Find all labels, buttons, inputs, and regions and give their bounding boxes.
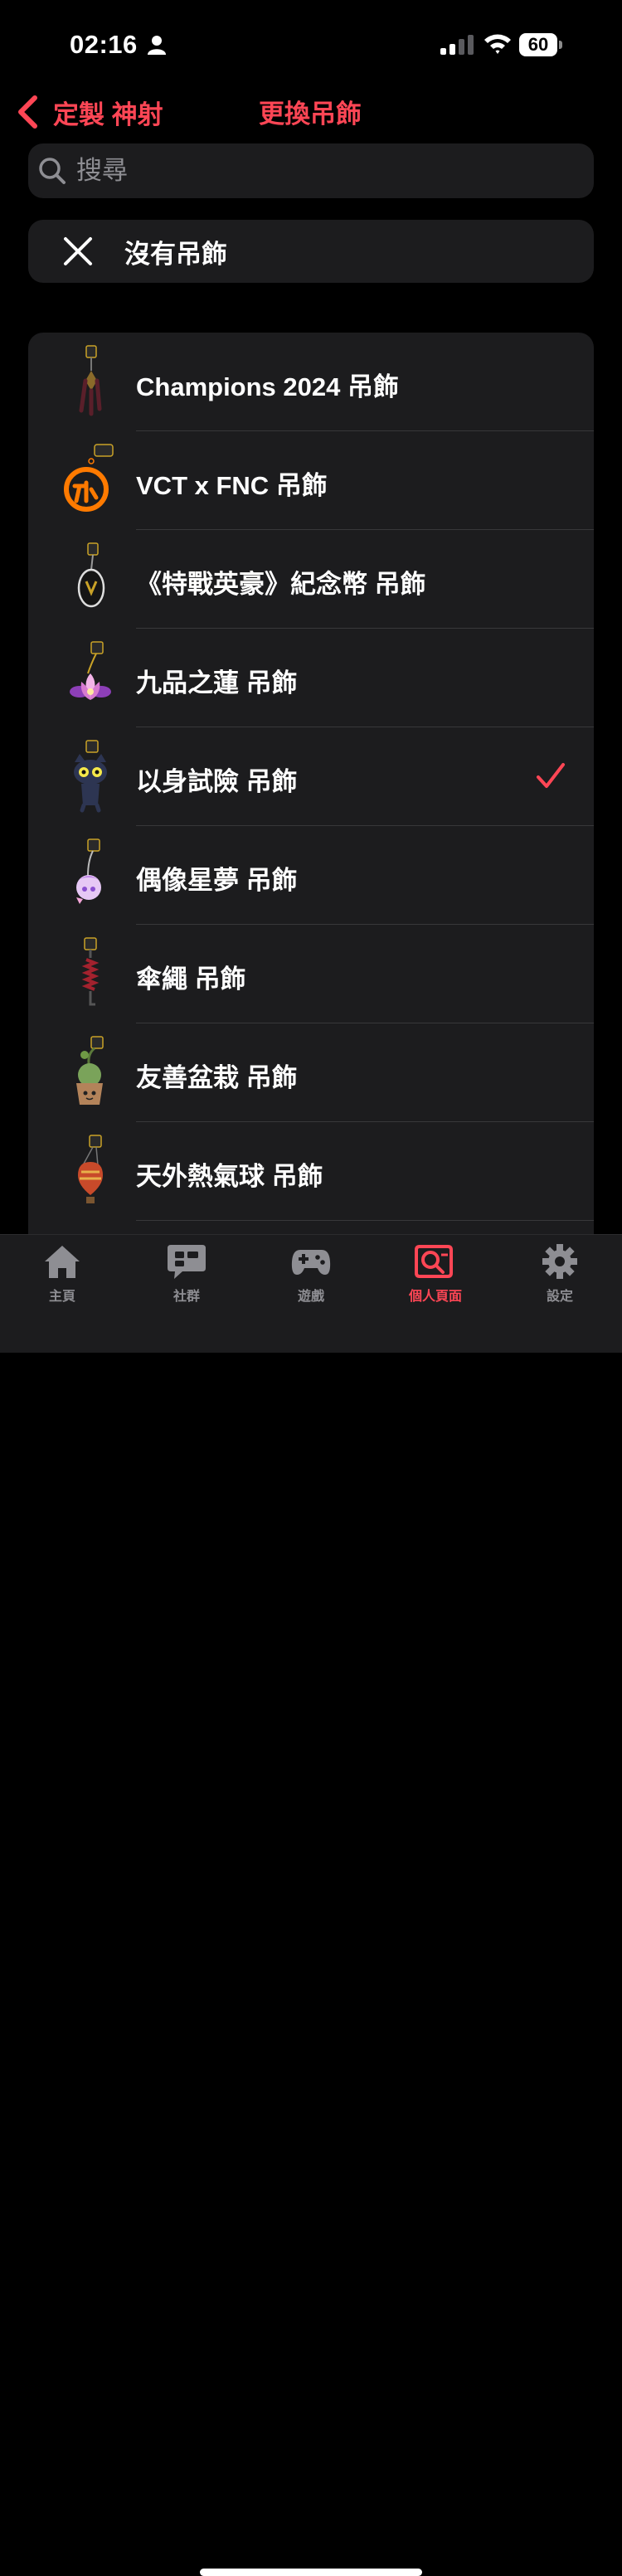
list-item[interactable]: 偶像星夢 吊飾 — [28, 826, 594, 925]
checkmark-icon — [537, 763, 565, 788]
wifi-icon — [484, 34, 511, 54]
tab-label: 社群 — [173, 1290, 200, 1304]
paracord-charm-thumbnail — [81, 937, 100, 1006]
list-item[interactable]: VCT x FNC 吊飾 — [28, 431, 594, 530]
item-label: Champions 2024 吊飾 — [136, 372, 399, 401]
divider — [136, 1220, 594, 1221]
tab-bar: 主頁 社群 遊戲 個人頁面 設定 — [0, 1234, 622, 2576]
profile-search-icon — [415, 1245, 453, 1278]
item-label: 友善盆栽 吊飾 — [136, 1063, 298, 1092]
bonsai-charm-thumbnail — [76, 1036, 104, 1105]
list-item[interactable]: 友善盆栽 吊飾 — [28, 1023, 594, 1122]
close-icon — [64, 237, 92, 265]
item-label: 以身試險 吊飾 — [136, 767, 298, 796]
status-time: 02:16 — [70, 30, 138, 59]
search-icon — [39, 158, 66, 184]
gamepad-icon — [291, 1250, 331, 1275]
list-item[interactable]: 九品之蓮 吊飾 — [28, 629, 594, 727]
item-label: 九品之蓮 吊飾 — [136, 668, 298, 697]
coin-charm-thumbnail — [77, 542, 105, 608]
balloon-charm-thumbnail — [78, 1135, 103, 1203]
champions-charm-thumbnail — [79, 345, 102, 416]
battery-level: 60 — [519, 33, 557, 56]
nav-bar: 定製 神射 更換吊飾 — [0, 83, 622, 141]
cat-charm-thumbnail — [74, 740, 107, 813]
list-item[interactable]: Champions 2024 吊飾 — [28, 333, 594, 431]
item-label: 偶像星夢 吊飾 — [136, 866, 298, 895]
item-label: 天外熱氣球 吊飾 — [136, 1162, 323, 1191]
list-item[interactable]: 《特戰英豪》紀念幣 吊飾 — [28, 530, 594, 629]
tab-label: 遊戲 — [297, 1290, 324, 1304]
idol-charm-thumbnail — [76, 838, 101, 904]
home-icon — [45, 1246, 80, 1278]
item-label: VCT x FNC 吊飾 — [136, 471, 328, 500]
no-charm-option[interactable]: 沒有吊飾 — [28, 220, 594, 283]
search-bar[interactable] — [28, 143, 594, 198]
search-input[interactable] — [76, 156, 574, 186]
tab-games[interactable]: 遊戲 — [249, 1243, 373, 1310]
battery-indicator: 60 — [519, 33, 562, 56]
item-label: 《特戰英豪》紀念幣 吊飾 — [136, 570, 426, 599]
cellular-signal-icon — [440, 35, 474, 55]
fnc-charm-thumbnail — [64, 444, 114, 512]
list-item[interactable]: 傘繩 吊飾 — [28, 925, 594, 1023]
page-title: 更換吊飾 — [259, 100, 362, 129]
person-icon — [148, 36, 166, 55]
no-charm-label: 沒有吊飾 — [124, 239, 227, 269]
tab-settings[interactable]: 設定 — [498, 1243, 622, 1310]
tab-home[interactable]: 主頁 — [0, 1243, 124, 1310]
charm-list: Champions 2024 吊飾 VCT x FNC 吊飾 《特戰英豪》紀念幣… — [28, 333, 594, 1245]
back-button[interactable]: 定製 神射 — [17, 91, 163, 133]
battery-cap — [559, 41, 562, 49]
status-bar: 02:16 60 — [0, 0, 622, 83]
tab-label: 主頁 — [48, 1290, 75, 1304]
chat-icon — [168, 1245, 206, 1279]
item-label: 傘繩 吊飾 — [136, 965, 246, 994]
tab-social[interactable]: 社群 — [124, 1243, 249, 1310]
tab-profile[interactable]: 個人頁面 — [373, 1243, 498, 1310]
lotus-charm-thumbnail — [70, 641, 111, 700]
tab-label: 設定 — [546, 1290, 573, 1304]
home-indicator[interactable] — [200, 2569, 422, 2576]
back-label: 定製 神射 — [53, 100, 163, 129]
gear-icon — [542, 1244, 577, 1279]
list-item[interactable]: 以身試險 吊飾 — [28, 727, 594, 826]
chevron-left-icon — [18, 95, 37, 129]
list-item[interactable]: 天外熱氣球 吊飾 — [28, 1122, 594, 1221]
tab-label: 個人頁面 — [408, 1290, 462, 1304]
